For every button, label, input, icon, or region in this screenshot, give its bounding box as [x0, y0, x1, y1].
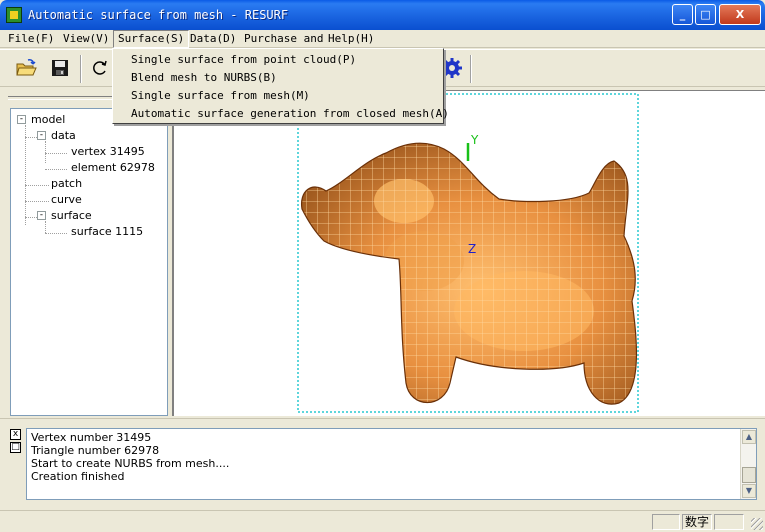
collapse-icon[interactable]: - — [37, 211, 46, 220]
menu-purchase[interactable]: Purchase and — [240, 31, 327, 47]
log-line: Start to create NURBS from mesh.... — [31, 457, 230, 470]
close-button[interactable]: X — [719, 4, 761, 25]
y-axis-label: Y — [470, 133, 479, 147]
save-disk-icon[interactable] — [48, 56, 72, 80]
float-panel-icon[interactable]: □ — [10, 442, 21, 453]
refresh-icon[interactable] — [88, 56, 112, 80]
tree-node-model[interactable]: model — [31, 113, 65, 127]
scroll-up-icon[interactable]: ▲ — [742, 430, 756, 444]
close-panel-icon[interactable]: x — [10, 429, 21, 440]
tree-node-data[interactable]: data — [51, 129, 76, 143]
tree-node-patch[interactable]: patch — [51, 177, 82, 191]
scroll-down-icon[interactable]: ▼ — [742, 484, 756, 498]
menu-bar: File(F) View(V) Surface(S) Data(D) Purch… — [0, 30, 765, 48]
toolbar-separator — [80, 55, 82, 83]
tree-line — [45, 221, 46, 233]
status-bar: 数字 — [0, 510, 765, 532]
log-scrollbar[interactable]: ▲ ▼ — [740, 429, 756, 499]
app-icon[interactable] — [6, 7, 22, 23]
surface-menu-dropdown: Single surface from point cloud(P) Blend… — [112, 48, 449, 124]
tree-line — [25, 201, 49, 202]
menu-item-single-surface-mesh[interactable]: Single surface from mesh(M) — [131, 87, 310, 105]
window-title: Automatic surface from mesh - RESURF — [28, 8, 289, 22]
tree-node-surface-1115[interactable]: surface 1115 — [71, 225, 143, 239]
z-axis-label: Z — [468, 242, 476, 256]
tree-node-curve[interactable]: curve — [51, 193, 82, 207]
toolbar-separator — [470, 55, 472, 83]
menu-view[interactable]: View(V) — [59, 31, 113, 47]
collapse-icon[interactable]: - — [17, 115, 26, 124]
collapse-icon[interactable]: - — [37, 131, 46, 140]
output-log[interactable]: Vertex number 31495 Triangle number 6297… — [26, 428, 757, 500]
open-folder-icon[interactable] — [14, 56, 38, 80]
status-cell-empty — [652, 514, 680, 530]
tree-node-vertex[interactable]: vertex 31495 — [71, 145, 145, 159]
tree-line — [25, 137, 37, 138]
log-line: Vertex number 31495 — [31, 431, 152, 444]
maximize-button[interactable]: □ — [695, 4, 716, 25]
menu-data[interactable]: Data(D) — [186, 31, 240, 47]
tree-line — [45, 233, 67, 234]
mesh-surface — [301, 143, 637, 405]
3d-viewport[interactable]: Y Z — [172, 90, 765, 416]
status-num-indicator: 数字 — [682, 514, 712, 530]
scroll-thumb[interactable] — [742, 467, 756, 483]
resize-grip[interactable] — [751, 518, 763, 530]
minimize-button[interactable]: _ — [672, 4, 693, 25]
mesh-render: Y Z — [297, 93, 639, 413]
model-tree[interactable]: - model - data vertex 31495 element 6297… — [10, 108, 168, 416]
tree-line — [25, 217, 37, 218]
tree-line — [45, 153, 67, 154]
menu-item-single-surface-point-cloud[interactable]: Single surface from point cloud(P) — [131, 51, 356, 69]
menu-item-blend-mesh-nurbs[interactable]: Blend mesh to NURBS(B) — [131, 69, 277, 87]
status-cell-empty — [714, 514, 744, 530]
menu-help[interactable]: Help(H) — [324, 31, 378, 47]
menu-item-auto-surface-closed-mesh[interactable]: Automatic surface generation from closed… — [131, 105, 449, 123]
log-line: Triangle number 62978 — [31, 444, 160, 457]
tree-line — [45, 141, 46, 163]
tree-line — [45, 169, 67, 170]
menu-file[interactable]: File(F) — [4, 31, 58, 47]
tree-node-surface[interactable]: surface — [51, 209, 92, 223]
title-bar: Automatic surface from mesh - RESURF _ □… — [0, 0, 765, 30]
tree-line — [25, 185, 49, 186]
tree-line — [25, 125, 26, 225]
menu-surface[interactable]: Surface(S) — [113, 30, 190, 48]
log-line: Creation finished — [31, 470, 125, 483]
tree-node-element[interactable]: element 62978 — [71, 161, 155, 175]
